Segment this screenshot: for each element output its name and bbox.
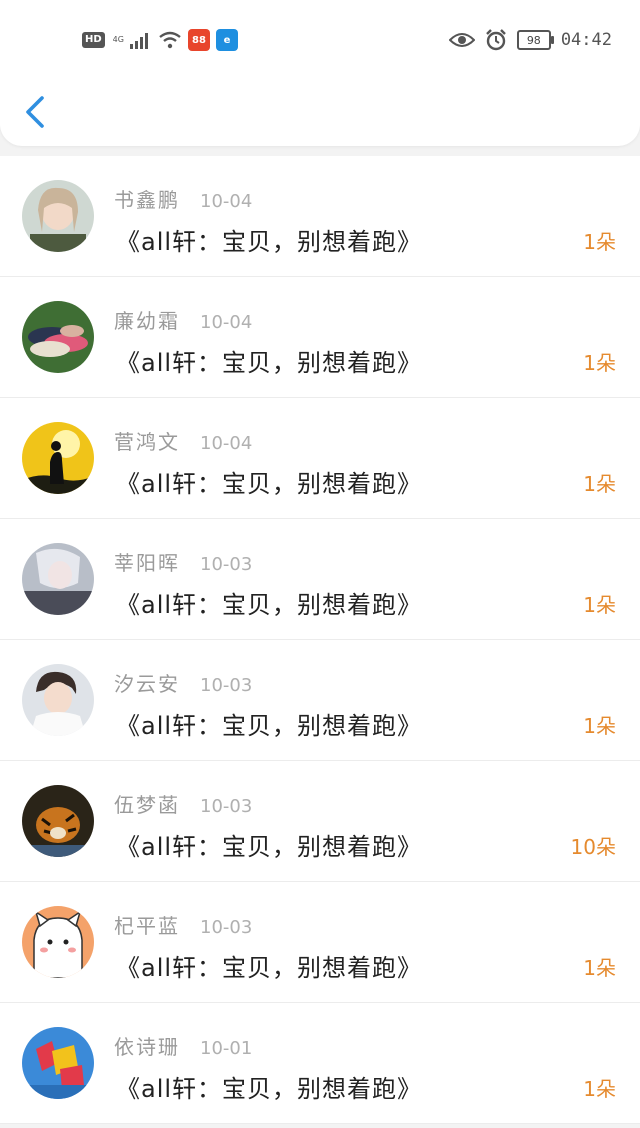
flower-count: 1朵 — [583, 1077, 616, 1101]
flower-count: 1朵 — [583, 593, 616, 617]
flower-count: 1朵 — [583, 472, 616, 496]
gift-title: 《all轩：宝贝，别想着跑》 — [116, 349, 423, 377]
back-button[interactable] — [20, 92, 50, 132]
gift-date: 10-03 — [200, 675, 253, 696]
flower-count: 10朵 — [570, 835, 616, 859]
avatar[interactable] — [22, 906, 94, 978]
gift-date: 10-03 — [200, 554, 253, 575]
gift-title: 《all轩：宝贝，别想着跑》 — [116, 712, 423, 740]
list-item[interactable]: 汐云安 10-03 《all轩：宝贝，别想着跑》 1朵 — [0, 640, 640, 761]
hd-icon: HD — [82, 32, 105, 48]
alarm-icon — [485, 29, 506, 51]
app-icon: e — [215, 29, 238, 51]
user-name: 廉幼霜 — [114, 309, 180, 333]
gift-title: 《all轩：宝贝，别想着跑》 — [116, 470, 423, 498]
gift-date: 10-01 — [200, 1038, 253, 1059]
wifi-icon — [159, 31, 181, 49]
flower-count: 1朵 — [583, 956, 616, 980]
avatar[interactable] — [22, 1027, 94, 1099]
clock: 04:42 — [560, 30, 612, 50]
list-item[interactable]: 杞平蓝 10-03 《all轩：宝贝，别想着跑》 1朵 — [0, 882, 640, 1003]
app-icon: 88 — [187, 29, 210, 51]
gift-date: 10-03 — [200, 917, 253, 938]
gift-title: 《all轩：宝贝，别想着跑》 — [116, 228, 423, 256]
gift-date: 10-04 — [200, 191, 253, 212]
battery-icon: 98 — [516, 30, 554, 50]
list-item[interactable]: 伍梦菡 10-03 《all轩：宝贝，别想着跑》 10朵 — [0, 761, 640, 882]
user-name: 伍梦菡 — [114, 793, 180, 817]
user-name: 依诗珊 — [114, 1035, 180, 1059]
gift-title: 《all轩：宝贝，别想着跑》 — [116, 833, 423, 861]
chevron-left-icon — [26, 96, 44, 128]
flower-count: 1朵 — [583, 351, 616, 375]
gift-date: 10-04 — [200, 312, 253, 333]
network-type: 4G — [112, 35, 124, 44]
avatar[interactable] — [22, 664, 94, 736]
avatar[interactable] — [22, 785, 94, 857]
user-name: 菅鸿文 — [114, 430, 180, 454]
flower-count: 1朵 — [583, 230, 616, 254]
avatar[interactable] — [22, 301, 94, 373]
gift-date: 10-04 — [200, 433, 253, 454]
list-item[interactable]: 依诗珊 10-01 《all轩：宝贝，别想着跑》 1朵 — [0, 1003, 640, 1124]
gift-title: 《all轩：宝贝，别想着跑》 — [116, 591, 423, 619]
list-item[interactable]: 书鑫鹏 10-04 《all轩：宝贝，别想着跑》 1朵 — [0, 156, 640, 277]
user-name: 莘阳晖 — [114, 551, 180, 575]
gift-list: 书鑫鹏 10-04 《all轩：宝贝，别想着跑》 1朵 廉幼霜 10-04 《a… — [0, 156, 640, 1124]
avatar[interactable] — [22, 543, 94, 615]
avatar[interactable] — [22, 422, 94, 494]
list-item[interactable]: 菅鸿文 10-04 《all轩：宝贝，别想着跑》 1朵 — [0, 398, 640, 519]
gift-date: 10-03 — [200, 796, 253, 817]
user-name: 书鑫鹏 — [114, 188, 180, 212]
user-name: 杞平蓝 — [114, 914, 180, 938]
eye-icon — [448, 33, 475, 47]
flower-count: 1朵 — [583, 714, 616, 738]
signal-icon — [129, 33, 148, 49]
status-bar: HD 4G 88 e 98 04:42 — [0, 24, 640, 56]
header-bar: HD 4G 88 e 98 04:42 — [0, 0, 640, 146]
user-name: 汐云安 — [114, 672, 180, 696]
avatar[interactable] — [22, 180, 94, 252]
gift-title: 《all轩：宝贝，别想着跑》 — [116, 1075, 423, 1103]
gift-title: 《all轩：宝贝，别想着跑》 — [116, 954, 423, 982]
list-item[interactable]: 廉幼霜 10-04 《all轩：宝贝，别想着跑》 1朵 — [0, 277, 640, 398]
list-item[interactable]: 莘阳晖 10-03 《all轩：宝贝，别想着跑》 1朵 — [0, 519, 640, 640]
